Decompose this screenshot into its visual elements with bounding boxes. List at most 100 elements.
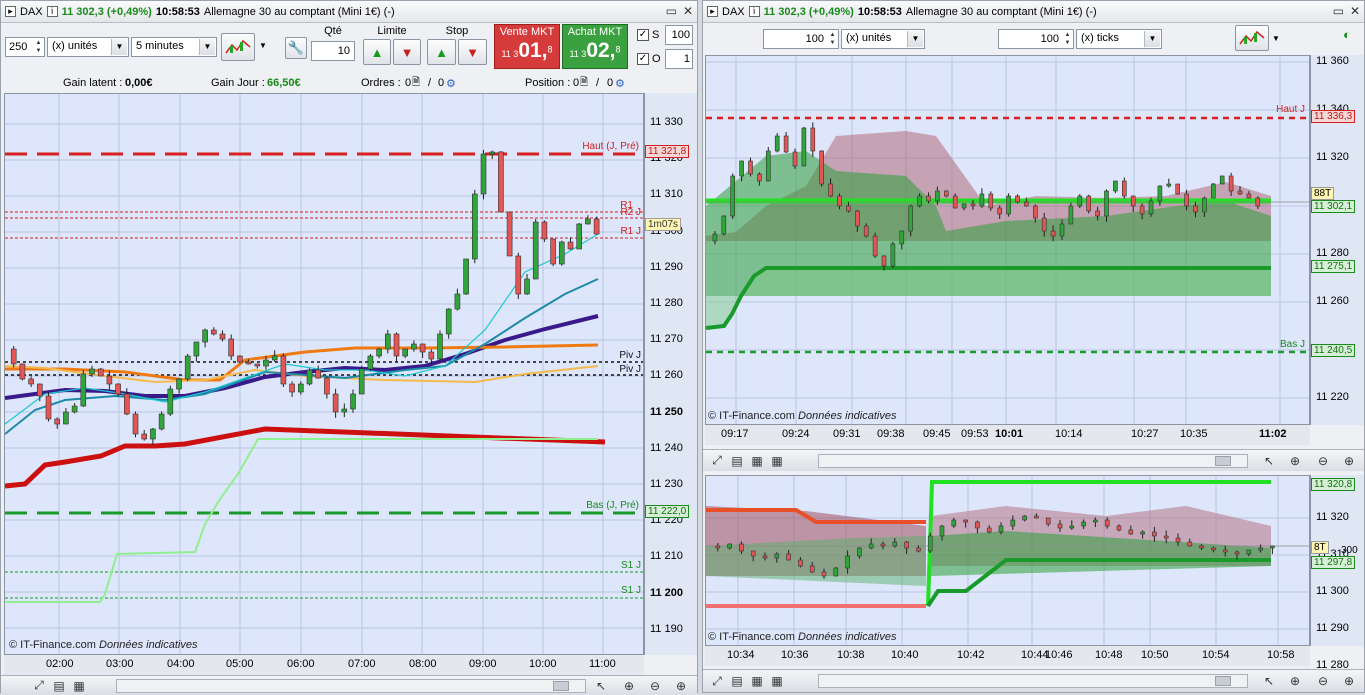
qte-input[interactable]: 10 [311,41,355,61]
expand-icon[interactable]: ⤢ [31,678,47,694]
left-candle [384,333,391,350]
chart-type-button[interactable] [1235,25,1269,51]
left-time-scrollbar[interactable] [116,679,586,693]
zoom-in-icon[interactable]: ⊕ [673,678,689,694]
x-axis-label: 10:34 [727,649,755,661]
ticks-select[interactable]: (x) ticks ▼ [1076,29,1162,49]
left-candle [219,333,226,340]
right-bottom-scrollbar[interactable] [818,674,1248,688]
right-bottom-tick-chart[interactable]: © IT-Finance.com Données indicatives [705,475,1310,646]
drawing-tools-icon[interactable]: ▦ [71,678,87,694]
spin-arrows-icon[interactable]: ▲ ▼ [828,31,837,47]
units-select[interactable]: (x) unités ▼ [841,29,925,49]
achat-label: Achat MKT [567,26,623,38]
zoom-fit-icon[interactable]: ⊕ [1287,453,1303,469]
right-top-time-axis[interactable]: 09:17 09:24 09:31 09:38 09:45 09:53 10:01 10:14… [705,425,1310,445]
minimize-icon[interactable]: ▭ [666,4,677,18]
right-bottom-price-axis[interactable]: 11 320 11 310 11 300 11 290 11 280 11 320,8 … [1310,475,1364,671]
zoom-in-icon[interactable]: ⊕ [1341,453,1357,469]
close-icon[interactable]: ✕ [1350,4,1360,18]
orders-settings-icon[interactable]: ⚙ [446,77,456,90]
chevron-down-icon[interactable]: ▼ [199,39,215,55]
indicators-icon[interactable]: ▤ [729,673,745,689]
tick-candle [908,205,913,232]
right-bottom-time-axis[interactable]: 10:34 10:36 10:38 10:40 10:42 10:44 10:46 10:48… [705,646,1310,666]
ticks-count-input[interactable]: 100 ▲ ▼ [998,29,1074,49]
bottom-tick-candle [1163,535,1169,539]
positions-settings-icon[interactable]: ⚙ [615,77,625,90]
right-top-tick-chart[interactable]: Haut J Bas J © IT-Finance.com Données in… [705,55,1310,425]
close-icon[interactable]: ✕ [683,4,693,18]
zoom-in-icon[interactable]: ⊕ [1341,673,1357,689]
units-select[interactable]: (x) unités ▼ [47,37,129,57]
pin-checkbox[interactable]: ▸ [5,6,16,17]
cursor-icon[interactable]: ↖ [1261,453,1277,469]
limite-sell-button[interactable]: ▼ [393,39,421,65]
spin-arrows-icon[interactable]: ▲ ▼ [1063,31,1072,47]
chart-type-dropdown-icon[interactable]: ▼ [1272,34,1280,43]
left-price-chart[interactable]: Haut (J, Pré) R1 R2 J R1 J Piv J Piv J B… [4,93,644,655]
right-top-price-axis[interactable]: 11 36011 34011 32011 30011 28011 26011 2… [1310,55,1364,425]
wrench-button[interactable]: 🔧 [285,37,307,59]
scroll-thumb[interactable] [1215,676,1231,686]
chart-type-dropdown-icon[interactable]: ▼ [259,41,267,50]
chevron-down-icon[interactable]: ▼ [111,39,127,55]
zoom-fit-icon[interactable]: ⊕ [1287,673,1303,689]
zoom-out-icon[interactable]: ⊖ [1315,673,1331,689]
right-top-scrollbar[interactable] [818,454,1248,468]
bottom-tick-candle [1010,519,1016,527]
cursor-icon[interactable]: ↖ [593,678,609,694]
info-icon[interactable]: i [46,6,58,17]
chart-type-button[interactable] [221,33,255,61]
o-input[interactable]: 1 [665,49,693,69]
indicators-icon[interactable]: ▤ [51,678,67,694]
cursor-icon[interactable]: ↖ [1261,673,1277,689]
scroll-thumb[interactable] [1215,456,1231,466]
bottom-tick-candle [880,543,886,547]
limite-buy-button[interactable]: ▲ [363,39,391,65]
x-axis-label: 04:00 [167,658,195,670]
list-icon[interactable]: ▦ [749,453,765,469]
bottom-tick-candle [1069,525,1075,529]
left-candle [315,369,322,379]
tick-candle [1121,180,1127,197]
zoom-fit-icon[interactable]: ⊕ [621,678,637,694]
left-time-axis[interactable]: 02:00 03:00 04:00 05:00 06:00 07:00 08:00 09:00… [4,655,644,675]
spin-arrows-icon[interactable]: ▲ ▼ [34,39,43,55]
info-icon[interactable]: i [748,6,760,17]
indicators-icon[interactable]: ▤ [729,453,745,469]
period-count-input[interactable]: 250 ▲ ▼ [5,37,45,57]
side-panel-icon[interactable]: ◐ [1343,27,1351,42]
s-input[interactable]: 100 [665,25,693,45]
expand-icon[interactable]: ⤢ [709,673,725,689]
units-count-input[interactable]: 100 ▲ ▼ [763,29,839,49]
left-candle [506,211,513,257]
expand-icon[interactable]: ⤢ [709,453,725,469]
chevron-down-icon[interactable]: ▼ [1144,31,1160,47]
drawing-tools-icon[interactable]: ▦ [769,453,785,469]
zoom-out-icon[interactable]: ⊖ [647,678,663,694]
list-icon[interactable]: ▦ [749,673,765,689]
x-axis-label: 10:27 [1131,428,1159,440]
chevron-down-icon[interactable]: ▼ [907,31,923,47]
sell-market-button[interactable]: Vente MKT 11 301,8 [494,24,560,69]
minimize-icon[interactable]: ▭ [1333,4,1344,18]
candlestick-chart-icon [1239,30,1265,45]
zoom-out-icon[interactable]: ⊖ [1315,453,1331,469]
scroll-thumb[interactable] [553,681,569,691]
stop-sell-button[interactable]: ▼ [458,39,487,65]
y-axis-label: 11 260 [650,369,683,382]
tick-candle [712,233,718,242]
pin-checkbox[interactable]: ▸ [707,6,718,17]
orders-list-icon[interactable]: 🗎 [412,75,420,92]
bottom-tick-candle [1175,537,1181,543]
drawing-tools-icon[interactable]: ▦ [769,673,785,689]
s-checkbox[interactable]: ✓ [637,29,649,41]
timeframe-select[interactable]: 5 minutes ▼ [131,37,217,57]
left-price-axis[interactable]: 11 33011 32011 31011 30011 29011 28011 2… [644,93,697,655]
positions-list-icon[interactable]: 🗎 [580,75,588,92]
tick-candle [739,160,744,177]
buy-market-button[interactable]: Achat MKT 11 302,8 [562,24,628,69]
o-checkbox[interactable]: ✓ [637,53,649,65]
stop-buy-button[interactable]: ▲ [427,39,456,65]
